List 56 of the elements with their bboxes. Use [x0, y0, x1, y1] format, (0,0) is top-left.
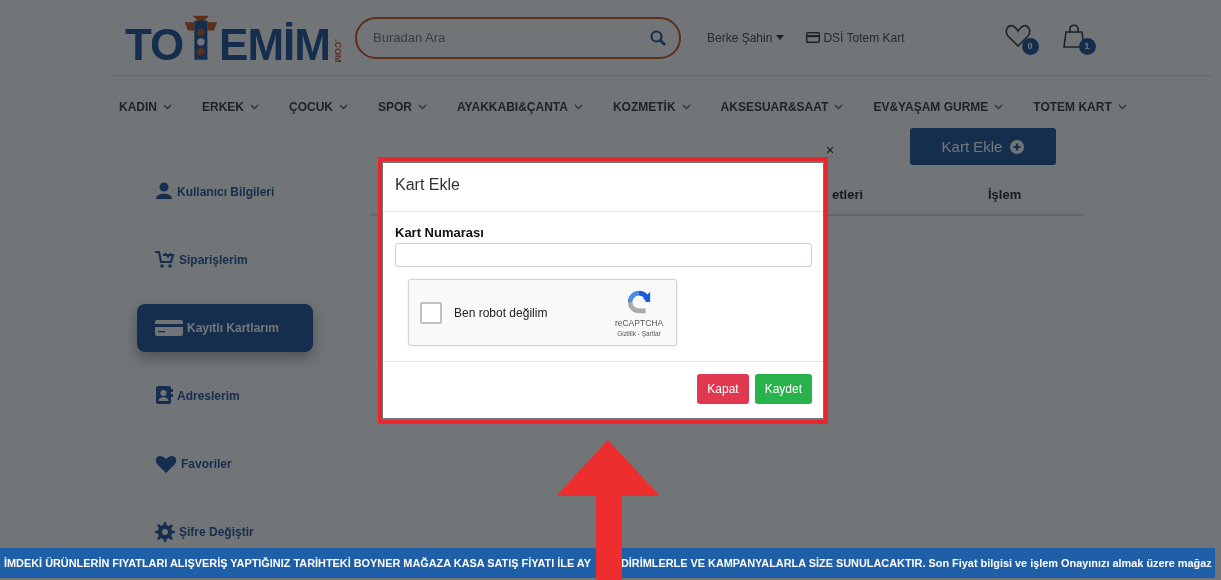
add-card-button[interactable]: Kart Ekle: [910, 128, 1056, 165]
user-icon: [155, 182, 173, 202]
sidebar-item[interactable]: Siparişlerim: [137, 236, 313, 284]
count-badge: 0: [1021, 37, 1039, 55]
logo-text: EMİM: [219, 22, 330, 67]
card-number-field[interactable]: [395, 243, 812, 267]
notice-text: İMDEKİ ÜRÜNLERİN FIYATLARI ALIŞVERİŞ YAPTIĞINIZ TARİHTEKİ BOYNER MAĞAZA KASA SATIŞ FİYATI İLE AY: [4, 557, 591, 569]
nav-item[interactable]: KOZMETİK: [612, 92, 691, 122]
sidebar-item[interactable]: Favoriler: [137, 440, 313, 488]
plus-circle-icon: [1010, 139, 1025, 154]
sidebar-item[interactable]: Adreslerim: [137, 372, 313, 420]
heart-icon: [1004, 22, 1031, 49]
captcha-brand: reCAPTCHA: [614, 318, 664, 328]
save-button[interactable]: Kaydet: [754, 374, 812, 404]
caret-icon: [776, 35, 785, 40]
card-link[interactable]: DSİ Totem Kart: [806, 30, 905, 45]
nav-item[interactable]: ERKEK: [202, 92, 259, 122]
credit-card-icon: [806, 32, 821, 43]
column-header: İşlem: [988, 187, 1022, 202]
logo-suffix: .COM: [333, 39, 343, 63]
column-header: etleri: [832, 187, 864, 202]
captcha-checkbox[interactable]: [420, 301, 442, 324]
chevron-down-icon: [994, 104, 1004, 110]
captcha-label: Ben robot değilim: [454, 305, 549, 320]
chevron-down-icon: [834, 104, 844, 110]
nav-item[interactable]: SPOR: [378, 92, 428, 122]
chevron-down-icon: [339, 104, 348, 110]
chevron-down-icon: [163, 104, 172, 110]
nav-item[interactable]: EV&YAŞAM GURME: [873, 92, 1004, 122]
nav-item[interactable]: KADIN: [119, 92, 172, 122]
credit-card-icon: [155, 318, 183, 338]
gear-icon: [155, 522, 175, 542]
address-book-icon: [155, 386, 173, 406]
field-label: Kart Numarası: [395, 225, 485, 240]
nav-item[interactable]: AYAKKABI&ÇANTA: [457, 92, 583, 122]
cart-icon: [155, 250, 175, 270]
user-menu[interactable]: Berke Şahin: [707, 30, 785, 45]
chevron-down-icon: [418, 104, 428, 110]
chevron-down-icon: [681, 104, 691, 110]
nav-item[interactable]: TOTEM KART: [1033, 92, 1127, 122]
search-icon: [650, 29, 666, 46]
chevron-down-icon: [250, 104, 259, 110]
nav-item[interactable]: ÇOCUK: [289, 92, 348, 122]
sidebar-item[interactable]: Kayıtlı Kartlarım: [137, 304, 313, 352]
count-badge: 1: [1078, 37, 1096, 55]
heart-icon: [155, 454, 177, 474]
chevron-down-icon: [573, 104, 583, 110]
close-button[interactable]: ×: [826, 142, 835, 158]
notice-text: DİRİMLERLE VE KAMPANYALARLA SİZE SUNULACAKTIR. Son Fiyat bilgisi ve işlem Onayınızı almak üzere mağaz: [620, 557, 1212, 569]
nav-item[interactable]: AKSESUAR&SAAT: [720, 92, 844, 122]
modal-title: Kart Ekle: [383, 163, 823, 212]
chevron-down-icon: [1117, 104, 1127, 110]
close-button[interactable]: Kapat: [697, 374, 749, 404]
sidebar-item[interactable]: Kullanıcı Bilgileri: [137, 168, 313, 216]
recycle-arrows-icon: [625, 288, 653, 316]
logo-text: TO: [125, 22, 184, 67]
